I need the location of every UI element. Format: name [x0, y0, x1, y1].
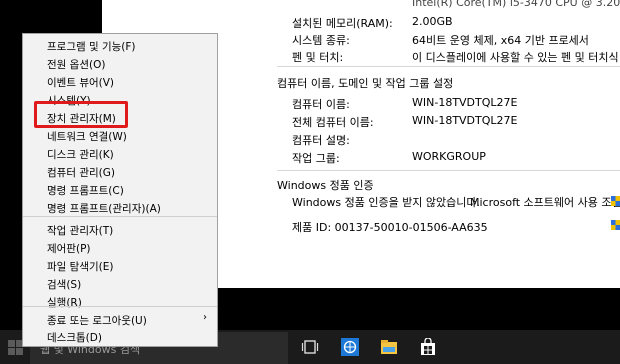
menu-item-event-viewer[interactable]: 이벤트 뷰어(V): [47, 75, 114, 90]
windows-activation-title: Windows 정품 인증: [277, 179, 374, 192]
computer-name-value: WIN-18TVDTQL27E: [412, 96, 518, 109]
shield-icon: [611, 220, 620, 230]
file-explorer-icon[interactable]: [380, 338, 398, 356]
menu-item-command-prompt-admin[interactable]: 명령 프롬프트(관리자)(A): [47, 201, 161, 216]
pen-touch-value: 이 디스플레이에 사용할 수 있는 펜 및 터치식 입: [412, 51, 620, 64]
menu-item-programs-features[interactable]: 프로그램 및 기능(F): [47, 39, 136, 54]
full-computer-name-value: WIN-18TVDTQL27E: [412, 114, 518, 127]
menu-item-disk-management[interactable]: 디스크 관리(K): [47, 147, 114, 162]
edge-browser-icon[interactable]: [341, 338, 359, 356]
windows-start-icon[interactable]: [8, 340, 23, 355]
memory-value: 2.00GB: [412, 15, 453, 28]
section-divider: [277, 170, 620, 171]
pen-touch-label: 펜 및 터치:: [292, 51, 344, 64]
menu-item-run[interactable]: 실행(R): [47, 295, 82, 310]
system-type-label: 시스템 종류:: [292, 34, 350, 47]
full-computer-name-label: 전체 컴퓨터 이름:: [292, 116, 374, 129]
menu-item-shutdown-signout[interactable]: 종료 또는 로그아웃(U): [47, 313, 147, 328]
computer-section-title: 컴퓨터 이름, 도메인 및 작업 그룹 설정: [277, 77, 454, 90]
section-divider: [277, 66, 620, 67]
menu-separator: [23, 306, 217, 307]
activation-status: Windows 정품 인증을 받지 않았습니다.: [292, 196, 481, 209]
system-type-value: 64비트 운영 체제, x64 기반 프로세서: [412, 34, 589, 47]
computer-description-label: 컴퓨터 설명:: [292, 134, 350, 147]
menu-item-search[interactable]: 검색(S): [47, 277, 81, 292]
task-view-icon[interactable]: [301, 338, 319, 356]
menu-item-command-prompt[interactable]: 명령 프롬프트(C): [47, 183, 124, 198]
shield-icon: [611, 196, 620, 206]
menu-item-file-explorer[interactable]: 파일 탐색기(E): [47, 259, 113, 274]
submenu-arrow-icon: ›: [203, 312, 207, 323]
store-icon[interactable]: [419, 338, 437, 356]
computer-name-label: 컴퓨터 이름:: [292, 98, 350, 111]
license-terms-link[interactable]: Microsoft 소프트웨어 사용 조건 읽: [470, 194, 620, 210]
menu-item-computer-management[interactable]: 컴퓨터 관리(G): [47, 165, 115, 180]
menu-item-power-options[interactable]: 전원 옵션(O): [47, 57, 105, 72]
workgroup-label: 작업 그룹:: [292, 152, 340, 165]
menu-item-control-panel[interactable]: 제어판(P): [47, 241, 91, 256]
product-id: 제품 ID: 00137-50010-01506-AA635: [292, 221, 488, 234]
workgroup-value: WORKGROUP: [412, 150, 486, 163]
winx-context-menu: 프로그램 및 기능(F) 전원 옵션(O) 이벤트 뷰어(V) 시스템(Y) 장…: [22, 33, 218, 347]
menu-item-network-connections[interactable]: 네트워크 연결(W): [47, 129, 127, 144]
menu-item-desktop[interactable]: 데스크톱(D): [47, 330, 102, 345]
cpu-value-partial: Intel(R) Core(TM) i5-3470 CPU @ 3.20GHz …: [412, 0, 620, 9]
menu-separator: [23, 216, 217, 217]
memory-label: 설치된 메모리(RAM):: [292, 17, 393, 30]
highlight-annotation-box: [34, 101, 128, 128]
menu-item-task-manager[interactable]: 작업 관리자(T): [47, 223, 113, 238]
